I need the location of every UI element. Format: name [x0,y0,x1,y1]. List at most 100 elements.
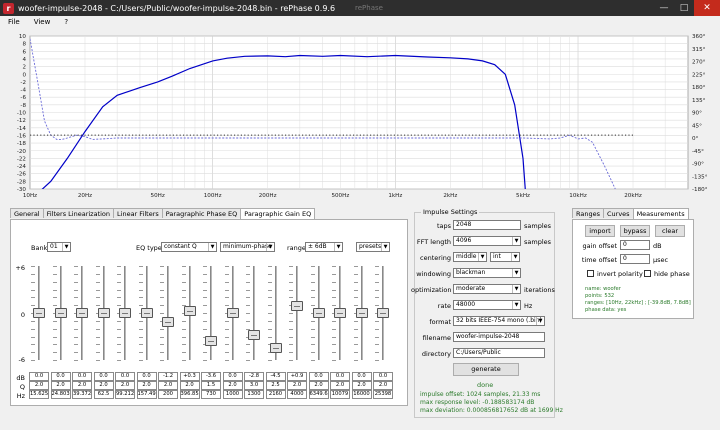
eq-q-field[interactable]: 2.0 [222,381,243,390]
invert-polarity-checkbox[interactable] [587,270,594,277]
eq-hz-field[interactable]: 39.372 [72,390,92,399]
time-offset-input[interactable]: 0 [620,254,650,264]
rate-select[interactable]: 48000 ▼ [453,300,521,310]
eq-slider[interactable] [203,266,219,361]
slider-thumb[interactable] [140,308,153,318]
eq-slider[interactable] [138,266,155,361]
eq-db-field[interactable]: 0.0 [330,372,350,381]
centering-type-select[interactable]: int ▼ [490,252,520,262]
tab-ranges[interactable]: Ranges [572,208,604,218]
eq-hz-field[interactable]: 396.85 [179,390,200,399]
gain-offset-input[interactable]: 0 [620,240,650,250]
bypass-button[interactable]: bypass [620,225,650,237]
eq-hz-field[interactable]: 4000 [287,390,307,399]
eq-db-field[interactable]: 0.0 [136,372,157,381]
eq-q-field[interactable]: 2.0 [330,381,350,390]
slider-thumb[interactable] [76,308,88,318]
eq-slider[interactable] [117,266,133,361]
eq-q-field[interactable]: 2.0 [50,381,71,390]
taps-input[interactable]: 2048 [453,220,521,230]
menu-help[interactable]: ? [56,18,74,26]
slider-thumb[interactable] [269,343,282,354]
fft-length-select[interactable]: 4096 ▼ [453,236,521,246]
eq-type-select[interactable]: constant Q ▼ [161,242,217,252]
filename-input[interactable]: woofer-impulse-2048 [453,332,545,342]
eq-db-field[interactable]: 0.0 [308,372,329,381]
eq-q-field[interactable]: 2.0 [308,381,329,390]
tab-paragraphic-phase-eq[interactable]: Paragraphic Phase EQ [161,208,242,218]
directory-input[interactable]: C:/Users/Public [453,348,545,358]
eq-slider[interactable] [74,266,90,361]
eq-slider[interactable] [224,266,241,361]
eq-db-field[interactable]: 0.0 [93,372,114,381]
eq-db-field[interactable]: +0.3 [179,372,200,381]
eq-q-field[interactable]: 2.0 [72,381,92,390]
eq-slider[interactable] [160,266,176,361]
generate-button[interactable]: generate [453,363,519,376]
eq-hz-field[interactable]: 730 [201,390,221,399]
presets-select[interactable]: presets ▼ [356,242,390,252]
eq-db-field[interactable]: 0.0 [351,372,372,381]
slider-thumb[interactable] [355,308,368,318]
slider-thumb[interactable] [226,308,239,318]
eq-hz-field[interactable]: 10079 [330,390,350,399]
eq-slider[interactable] [375,266,391,361]
slider-thumb[interactable] [377,308,389,318]
eq-q-field[interactable]: 2.0 [136,381,157,390]
eq-db-field[interactable]: -1.2 [158,372,178,381]
eq-slider[interactable] [246,266,262,361]
eq-hz-field[interactable]: 2160 [265,390,286,399]
slider-thumb[interactable] [162,317,174,328]
slider-thumb[interactable] [312,308,325,318]
import-button[interactable]: import [585,225,615,237]
eq-slider[interactable] [332,266,348,361]
eq-q-field[interactable]: 2.0 [373,381,393,390]
eq-q-field[interactable]: 2.0 [29,381,49,390]
slider-thumb[interactable] [334,308,346,318]
eq-slider[interactable] [31,266,47,361]
eq-slider[interactable] [289,266,305,361]
response-chart[interactable]: 10 8 6 4 2 0 -2 -4 -6 -8 -10 -12 -14 -16 -18 -20 -22 -24 -… [0,28,720,203]
menu-view[interactable]: View [26,18,57,26]
eq-hz-field[interactable]: 1000 [222,390,243,399]
eq-q-field[interactable]: 2.0 [287,381,307,390]
eq-hz-field[interactable]: 1300 [244,390,264,399]
slider-thumb[interactable] [248,329,260,340]
chart-svg[interactable]: 10 86 4 20 -2 -4-6 -8 -10-12 -14-16 -18 -20-22 -24 -… [0,28,720,203]
phase-type-select[interactable]: minimum-phase ▼ [220,242,275,252]
eq-db-field[interactable]: 0.0 [72,372,92,381]
eq-q-field[interactable]: 2.0 [179,381,200,390]
eq-slider[interactable] [267,266,284,361]
eq-hz-field[interactable]: 25398 [373,390,393,399]
eq-db-field[interactable]: 0.0 [222,372,243,381]
slider-thumb[interactable] [54,308,67,318]
slider-thumb[interactable] [33,308,45,318]
clear-button[interactable]: clear [655,225,685,237]
eq-hz-field[interactable]: 24.803 [50,390,71,399]
windowing-select[interactable]: blackman ▼ [453,268,521,278]
eq-hz-field[interactable]: 62.5 [93,390,114,399]
tab-curves[interactable]: Curves [603,208,634,218]
tab-paragraphic-gain-eq[interactable]: Paragraphic Gain EQ [240,208,316,219]
eq-q-field[interactable]: 2.0 [158,381,178,390]
tab-linear-filters[interactable]: Linear Filters [113,208,163,218]
centering-select[interactable]: middle ▼ [453,252,487,262]
bank-select[interactable]: 01 ▼ [47,242,71,252]
eq-q-field[interactable]: 2.0 [351,381,372,390]
eq-q-field[interactable]: 2.5 [265,381,286,390]
eq-db-field[interactable]: -4.5 [265,372,286,381]
eq-hz-field[interactable]: 6349.6 [308,390,329,399]
eq-db-field[interactable]: 0.0 [29,372,49,381]
tab-measurements[interactable]: Measurements [632,208,689,219]
slider-thumb[interactable] [119,308,131,318]
eq-slider[interactable] [181,266,198,361]
eq-slider[interactable] [95,266,112,361]
eq-q-field[interactable]: 2.0 [93,381,114,390]
eq-hz-field[interactable]: 200 [158,390,178,399]
eq-slider[interactable] [310,266,327,361]
menu-file[interactable]: File [0,18,26,26]
eq-db-field[interactable]: 0.0 [373,372,393,381]
eq-db-field[interactable]: -2.8 [244,372,264,381]
optimization-select[interactable]: moderate ▼ [453,284,521,294]
slider-thumb[interactable] [205,336,217,347]
